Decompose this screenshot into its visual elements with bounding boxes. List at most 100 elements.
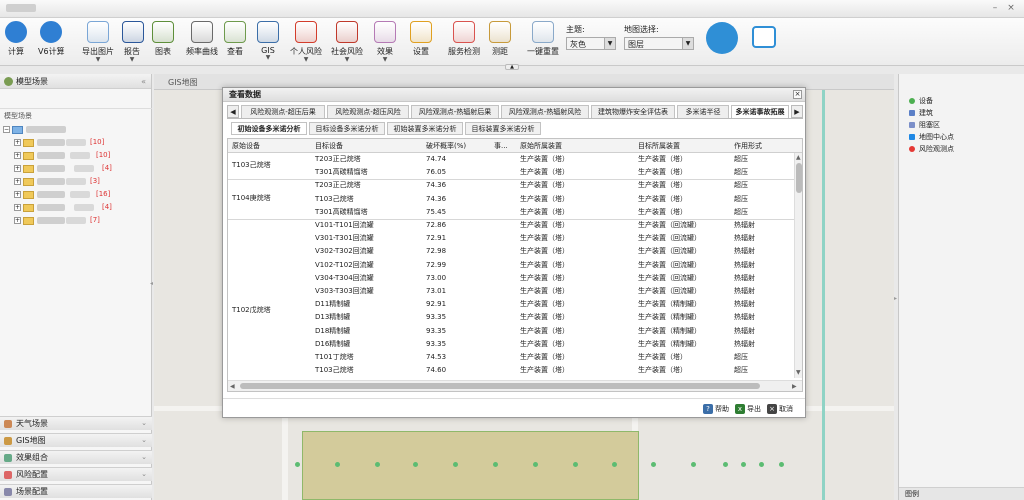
- tab-6[interactable]: 多米诺半径: [677, 105, 729, 118]
- equipment-marker[interactable]: [413, 462, 418, 467]
- toolbar-button-2[interactable]: V6计算: [38, 21, 65, 63]
- tab-gis-map[interactable]: GIS地图: [162, 77, 204, 88]
- expand-icon[interactable]: +: [14, 152, 21, 159]
- tree-item[interactable]: + [4]: [0, 162, 152, 175]
- tree-item[interactable]: + [10]: [0, 149, 152, 162]
- toolbar-button-15[interactable]: 一键重置: [526, 21, 560, 63]
- horizontal-scroll-thumb[interactable]: [240, 383, 760, 389]
- toolbar-button-11[interactable]: 效果 ▼: [374, 21, 396, 63]
- table-row[interactable]: T302高碳精馏塔74.83生产装置（塔）生产装置（塔）超压: [228, 377, 794, 379]
- map-select[interactable]: 图层 ▼: [624, 37, 694, 50]
- subtab-3[interactable]: 初始装置多米诺分析: [387, 122, 463, 135]
- help-button[interactable]: ? 帮助: [703, 404, 729, 414]
- column-header[interactable]: 目标设备: [311, 139, 422, 153]
- toolbar-button-9[interactable]: 个人风险 ▼: [290, 21, 322, 63]
- table-row[interactable]: V303-T303回流罐 73.01 生产装置（塔） 生产装置（回流罐） 热辐射: [228, 285, 794, 298]
- left-splitter-icon[interactable]: ◂: [150, 280, 153, 287]
- tab-3[interactable]: 风险观测点-热辐射后果: [411, 105, 499, 118]
- expand-icon[interactable]: +: [14, 204, 21, 211]
- model-scene-header[interactable]: 模型场景 «: [0, 74, 151, 89]
- table-row[interactable]: V302-T302回流罐 72.98 生产装置（塔） 生产装置（回流罐） 热辐射: [228, 245, 794, 258]
- expand-icon[interactable]: +: [14, 178, 21, 185]
- equipment-marker[interactable]: [335, 462, 340, 467]
- column-header[interactable]: 目标所属装置: [634, 139, 730, 153]
- vertical-scroll-thumb[interactable]: [796, 163, 802, 193]
- subtab-2[interactable]: 目标设备多米诺分析: [309, 122, 385, 135]
- tab-2[interactable]: 风险观测点-超压风险: [327, 105, 409, 118]
- tree-item[interactable]: + [7]: [0, 214, 152, 227]
- toolbar-button-4[interactable]: 报告 ▼: [122, 21, 144, 63]
- column-header[interactable]: 原始所属装置: [516, 139, 634, 153]
- cancel-button[interactable]: × 取消: [767, 404, 793, 414]
- table-row[interactable]: V101-T101回流罐 72.86 生产装置（塔） 生产装置（回流罐） 热辐射: [228, 219, 794, 232]
- collapse-icon[interactable]: «: [141, 74, 146, 89]
- tab-1[interactable]: 风险观测点-超压后果: [241, 105, 325, 118]
- equipment-marker[interactable]: [493, 462, 498, 467]
- collapse-toolbar-icon[interactable]: ▲: [505, 64, 519, 70]
- expand-icon[interactable]: +: [14, 165, 21, 172]
- tab-scroll-left-icon[interactable]: ◀: [227, 105, 239, 118]
- footer-weather-scene[interactable]: 天气场景 ⌄: [0, 416, 152, 430]
- equipment-marker[interactable]: [375, 462, 380, 467]
- footer-gis-map[interactable]: GIS地图 ⌄: [0, 433, 152, 447]
- tab-scroll-right-icon[interactable]: ▶: [791, 105, 803, 118]
- theme-select[interactable]: 灰色 ▼: [566, 37, 616, 50]
- expand-icon[interactable]: +: [14, 139, 21, 146]
- toolbar-button-13[interactable]: 服务检测: [446, 21, 482, 63]
- expand-icon[interactable]: −: [3, 126, 10, 133]
- toolbar-button-1[interactable]: 计算: [4, 21, 28, 63]
- equipment-marker[interactable]: [651, 462, 656, 467]
- tab-7[interactable]: 多米诺事故拓展: [731, 105, 789, 118]
- toolbar-button-7[interactable]: 查看: [224, 21, 246, 63]
- column-header[interactable]: 破坏概率(%): [422, 139, 490, 153]
- column-header[interactable]: 原始设备: [228, 139, 311, 153]
- equipment-marker[interactable]: [723, 462, 728, 467]
- toolbar-button-8[interactable]: GIS ▼: [257, 21, 279, 63]
- table-row[interactable]: T203正己烷塔 74.74 生产装置（塔） 生产装置（塔） 超压: [228, 153, 794, 166]
- table-row[interactable]: T101丁烷塔 74.53 生产装置（塔） 生产装置（塔） 超压: [228, 351, 794, 364]
- table-row[interactable]: D18精制罐 93.35 生产装置（塔） 生产装置（精制罐） 热辐射: [228, 325, 794, 338]
- table-row[interactable]: V304-T304回流罐 73.00 生产装置（塔） 生产装置（回流罐） 热辐射: [228, 272, 794, 285]
- minimize-icon[interactable]: –: [990, 3, 1000, 13]
- table-row[interactable]: D13精制罐 93.35 生产装置（塔） 生产装置（精制罐） 热辐射: [228, 311, 794, 324]
- scroll-left-icon[interactable]: ◀: [230, 383, 235, 390]
- table-row[interactable]: D16精制罐 93.35 生产装置（塔） 生产装置（精制罐） 热辐射: [228, 338, 794, 351]
- equipment-marker[interactable]: [741, 462, 746, 467]
- scroll-down-icon[interactable]: ▼: [796, 369, 801, 376]
- equipment-marker[interactable]: [295, 462, 300, 467]
- vertical-scrollbar[interactable]: ▲ ▼: [794, 153, 802, 378]
- expand-icon[interactable]: +: [14, 191, 21, 198]
- screenshot-icon[interactable]: [752, 26, 776, 48]
- tree-item[interactable]: + [4]: [0, 201, 152, 214]
- support-headset-icon[interactable]: [706, 22, 738, 54]
- table-row[interactable]: T301高碳精馏塔 75.45 生产装置（塔） 生产装置（塔） 超压: [228, 206, 794, 219]
- toolbar-button-5[interactable]: 图表: [152, 21, 174, 63]
- footer-scene-config[interactable]: 场景配置: [0, 484, 152, 498]
- equipment-marker[interactable]: [779, 462, 784, 467]
- equipment-marker[interactable]: [453, 462, 458, 467]
- close-window-icon[interactable]: ×: [1006, 3, 1016, 13]
- tree-item[interactable]: + [10]: [0, 136, 152, 149]
- subtab-1[interactable]: 初始设备多米诺分析: [231, 122, 307, 135]
- table-row[interactable]: V301-T301回流罐 72.91 生产装置（塔） 生产装置（回流罐） 热辐射: [228, 232, 794, 245]
- equipment-marker[interactable]: [759, 462, 764, 467]
- table-row[interactable]: T203正己烷塔 74.36 生产装置（塔） 生产装置（塔） 超压: [228, 179, 794, 192]
- table-row[interactable]: V102-T102回流罐 72.99 生产装置（塔） 生产装置（回流罐） 热辐射: [228, 259, 794, 272]
- close-icon[interactable]: ×: [793, 90, 802, 99]
- table-row[interactable]: T301高碳精馏塔 76.05 生产装置（塔） 生产装置（塔） 超压: [228, 166, 794, 179]
- column-header[interactable]: 事...: [490, 139, 516, 153]
- scroll-up-icon[interactable]: ▲: [796, 154, 801, 161]
- tree-item[interactable]: + [16]: [0, 188, 152, 201]
- toolbar-button-6[interactable]: 频率曲线: [186, 21, 218, 63]
- table-row[interactable]: T103己烷塔 74.60 生产装置（塔） 生产装置（塔） 超压: [228, 364, 794, 377]
- scroll-right-icon[interactable]: ▶: [792, 383, 797, 390]
- tab-5[interactable]: 建筑物爆炸安全评估表: [591, 105, 675, 118]
- expand-icon[interactable]: +: [14, 217, 21, 224]
- export-button[interactable]: x 导出: [735, 404, 761, 414]
- equipment-marker[interactable]: [573, 462, 578, 467]
- tab-4[interactable]: 风险观测点-热辐射风险: [501, 105, 589, 118]
- subtab-4[interactable]: 目标装置多米诺分析: [465, 122, 541, 135]
- equipment-marker[interactable]: [612, 462, 617, 467]
- tree-item[interactable]: + [3]: [0, 175, 152, 188]
- footer-effect-combo[interactable]: 效果组合 ⌄: [0, 450, 152, 464]
